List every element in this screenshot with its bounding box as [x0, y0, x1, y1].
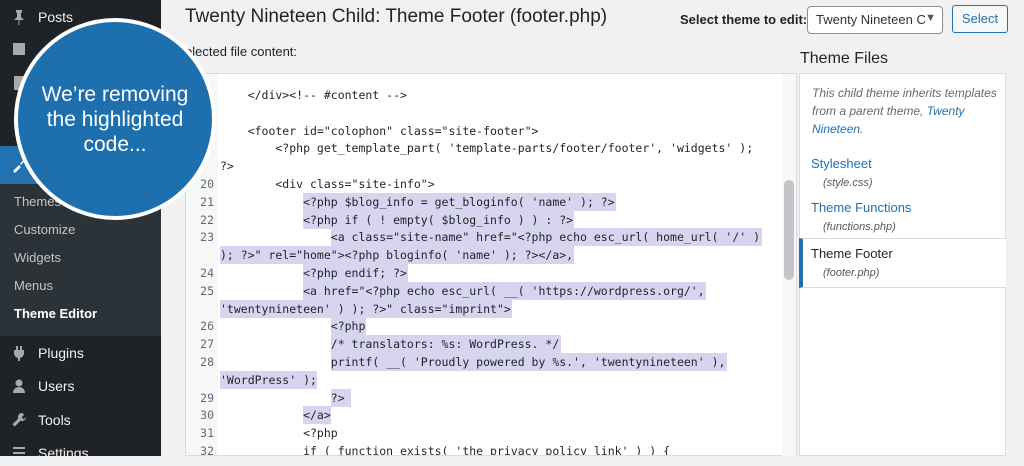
code-editor[interactable]: </div><!-- #content --> <footer id="colo… [185, 73, 797, 456]
code-text: <a class="site-name" href="<?php echo es… [220, 230, 761, 245]
sidebar-item-users[interactable]: Users [0, 373, 161, 399]
code-text: </div><!-- #content --> [220, 88, 407, 102]
theme-select-value: Twenty Nineteen C [816, 12, 926, 27]
line-number: 32 [200, 444, 214, 456]
code-text: <?php endif; ?> [220, 266, 407, 280]
line-number: 25 [200, 283, 214, 298]
code-text: ?> [220, 390, 345, 405]
code-line: 'WordPress' ); [186, 370, 784, 389]
code-text: <?php get_template_part( 'template-parts… [220, 141, 754, 156]
callout-bubble: We’re removing the highlighted code... [14, 18, 216, 220]
file-entry-stylesheet[interactable]: Stylesheet (style.css) [799, 156, 1006, 196]
code-text: 'twentynineteen' ) ); ?>" class="imprint… [220, 301, 511, 316]
sidebar-item-tools[interactable]: Tools [0, 407, 161, 433]
sidebar-item-plugins[interactable]: Plugins [0, 340, 161, 366]
editor-scrollbar-thumb[interactable] [784, 180, 794, 280]
theme-select[interactable]: Twenty Nineteen C ▼ [807, 6, 943, 34]
code-text: ?> [220, 159, 234, 174]
file-entry-name: Stylesheet [811, 156, 872, 171]
sidebar-item-label: Users [38, 378, 75, 394]
code-line: </div><!-- #content --> [186, 86, 784, 104]
code-line: 26 <?php [186, 317, 784, 336]
file-entry-theme-footer[interactable]: Theme Footer (footer.php) [799, 238, 1006, 288]
code-text: <?php [220, 426, 338, 441]
line-number: 21 [200, 194, 214, 209]
code-line: <footer id="colophon" class="site-footer… [186, 122, 784, 140]
line-number: 23 [200, 230, 214, 245]
code-line: 'twentynineteen' ) ); ?>" class="imprint… [186, 299, 784, 318]
code-text: <footer id="colophon" class="site-footer… [220, 123, 539, 138]
file-entry-path: (style.css) [823, 177, 873, 189]
sidebar-item-label: Posts [38, 9, 74, 25]
child-theme-note: This child theme inherits templates from… [812, 84, 998, 138]
sidebar-item-theme-editor[interactable]: Theme Editor [14, 306, 97, 321]
page-title: Twenty Nineteen Child: Theme Footer (foo… [185, 6, 608, 27]
code-text: <?php if ( ! empty( $blog_info ) ) : ?> [220, 212, 574, 227]
code-text: if ( function_exists( 'the_privacy_polic… [220, 444, 671, 456]
code-text: /* translators: %s: WordPress. */ [220, 337, 560, 352]
file-entry-path: (functions.php) [823, 221, 896, 233]
sidebar-item-label: Plugins [38, 345, 84, 361]
code-text: <div class="site-info"> [220, 177, 435, 191]
code-line: 28 printf( __( 'Proudly powered by %s.',… [186, 353, 784, 371]
code-line: 22 <?php if ( ! empty( $blog_info ) ) : … [186, 210, 784, 229]
code-line: 29 ?> [186, 388, 784, 407]
users-icon [0, 377, 38, 395]
code-text: 'WordPress' ); [220, 372, 317, 387]
sidebar-item-customize[interactable]: Customize [14, 222, 75, 237]
file-entry-path: (footer.php) [823, 267, 880, 279]
line-number: 28 [200, 355, 214, 369]
code-line: 27 /* translators: %s: WordPress. */ [186, 335, 784, 354]
code-text: printf( __( 'Proudly powered by %s.', 't… [220, 355, 726, 369]
child-theme-note-end: . [860, 122, 864, 136]
sidebar-item-label: Settings [38, 445, 89, 461]
line-number: 27 [200, 337, 214, 352]
callout-text: We’re removing the highlighted code... [41, 82, 189, 156]
line-number: 30 [200, 408, 214, 423]
wrench-icon [0, 411, 38, 429]
theme-select-label: Select theme to edit: [680, 12, 808, 27]
line-number: 26 [200, 319, 214, 334]
code-line: 31 <?php [186, 424, 784, 442]
code-text: </a> [220, 408, 331, 423]
child-theme-note-text: This child theme inherits templates from… [812, 86, 997, 118]
line-number: 29 [200, 390, 214, 405]
code-line: 20 <div class="site-info"> [186, 175, 784, 193]
code-line: 30 </a> [186, 406, 784, 425]
theme-files-title: Theme Files [800, 50, 889, 67]
code-text: <a href="<?php echo esc_url( __( 'https:… [220, 283, 705, 298]
file-entry-name: Theme Footer [811, 246, 893, 261]
line-number: 22 [200, 212, 214, 227]
sliders-icon [0, 444, 38, 462]
file-entry-theme-functions[interactable]: Theme Functions (functions.php) [799, 200, 1006, 240]
sidebar-item-settings[interactable]: Settings [0, 440, 161, 466]
file-content-label: elected file content: [185, 44, 298, 59]
code-text: <?php [220, 319, 366, 334]
code-line: <?php get_template_part( 'template-parts… [186, 139, 784, 157]
code-text: ); ?>" rel="home"><?php bloginfo( 'name'… [220, 248, 574, 263]
sidebar-item-label: Tools [38, 412, 71, 428]
code-line: ?> [186, 157, 784, 175]
sidebar-item-widgets[interactable]: Widgets [14, 250, 61, 265]
sidebar-item-menus[interactable]: Menus [14, 278, 53, 293]
media-icon [0, 40, 38, 58]
code-line: 32 if ( function_exists( 'the_privacy_po… [186, 442, 784, 456]
code-line: 24 <?php endif; ?> [186, 264, 784, 282]
code-line: 23 <a class="site-name" href="<?php echo… [186, 228, 784, 247]
chevron-down-icon: ▼ [925, 12, 936, 24]
select-theme-button[interactable]: Select [952, 5, 1008, 33]
code-line: 21 <?php $blog_info = get_bloginfo( 'nam… [186, 192, 784, 211]
code-line: ); ?>" rel="home"><?php bloginfo( 'name'… [186, 246, 784, 265]
file-entry-name: Theme Functions [811, 200, 912, 215]
code-text: <?php $blog_info = get_bloginfo( 'name' … [220, 194, 615, 209]
pushpin-icon [0, 8, 38, 26]
line-number: 24 [200, 266, 214, 280]
line-number: 31 [200, 426, 214, 441]
code-line: 25 <a href="<?php echo esc_url( __( 'htt… [186, 281, 784, 300]
plugin-icon [0, 344, 38, 362]
